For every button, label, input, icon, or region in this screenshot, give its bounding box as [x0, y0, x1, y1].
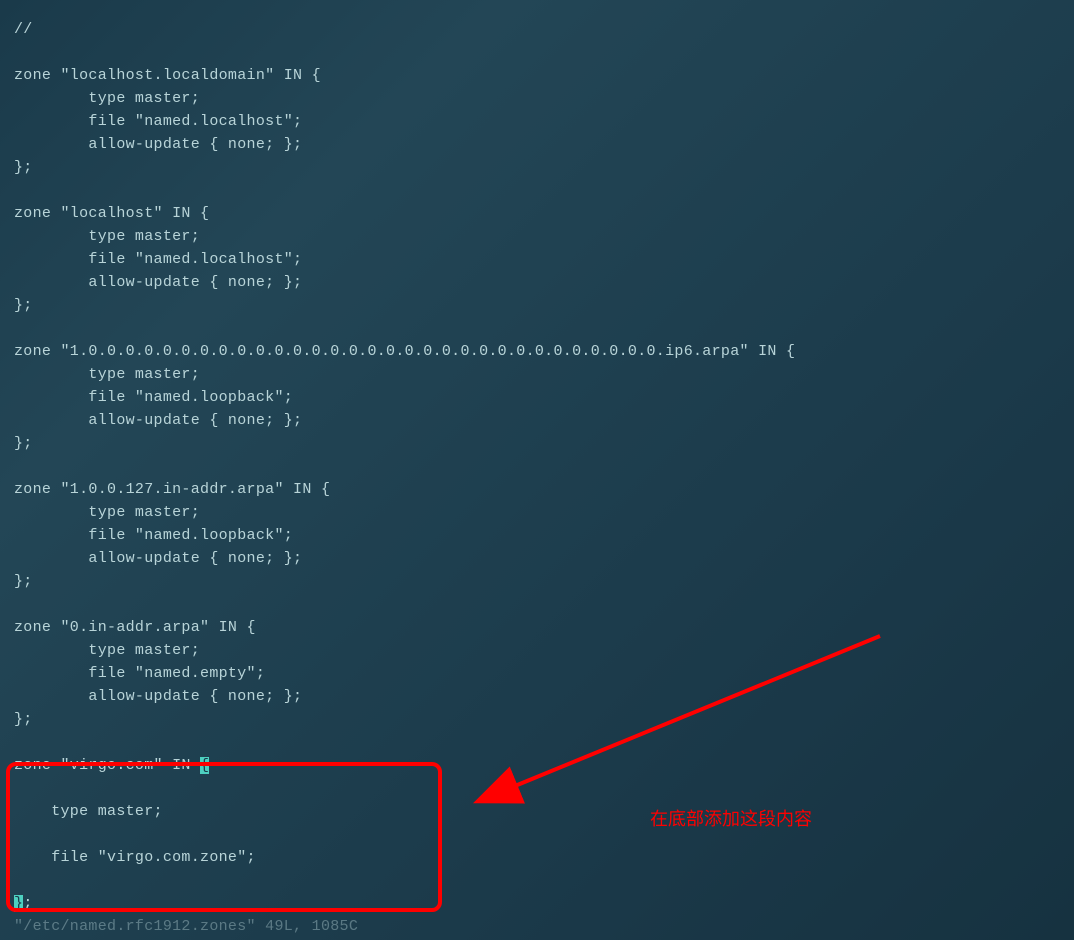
code-line: };	[14, 159, 33, 176]
code-line: allow-update { none; };	[14, 412, 302, 429]
code-line: file "named.localhost";	[14, 251, 302, 268]
code-line: zone "localhost.localdomain" IN {	[14, 67, 321, 84]
code-line: zone "virgo.com" IN	[14, 757, 200, 774]
vim-status-line: "/etc/named.rfc1912.zones" 49L, 1085C	[14, 918, 358, 935]
code-line: };	[14, 297, 33, 314]
code-line: file "virgo.com.zone";	[14, 849, 256, 866]
code-line: allow-update { none; };	[14, 550, 302, 567]
code-line: type master;	[14, 90, 200, 107]
code-line: zone "0.in-addr.arpa" IN {	[14, 619, 256, 636]
code-line: };	[14, 711, 33, 728]
code-line: //	[14, 21, 33, 38]
code-line: type master;	[14, 642, 200, 659]
code-line: file "named.empty";	[14, 665, 265, 682]
code-line: file "named.loopback";	[14, 389, 293, 406]
code-line: zone "1.0.0.0.0.0.0.0.0.0.0.0.0.0.0.0.0.…	[14, 343, 795, 360]
code-line: allow-update { none; };	[14, 688, 302, 705]
code-line: };	[14, 573, 33, 590]
code-line: type master;	[14, 366, 200, 383]
code-line: file "named.loopback";	[14, 527, 293, 544]
code-editor[interactable]: // zone "localhost.localdomain" IN { typ…	[14, 18, 1060, 938]
code-line: zone "localhost" IN {	[14, 205, 209, 222]
cursor-block: {	[200, 757, 209, 774]
code-line: };	[14, 435, 33, 452]
code-line: type master;	[14, 803, 163, 820]
code-line: allow-update { none; };	[14, 136, 302, 153]
code-line: type master;	[14, 504, 200, 521]
code-line: allow-update { none; };	[14, 274, 302, 291]
code-line: file "named.localhost";	[14, 113, 302, 130]
code-line: zone "1.0.0.127.in-addr.arpa" IN {	[14, 481, 330, 498]
annotation-text: 在底部添加这段内容	[650, 805, 812, 831]
code-line: type master;	[14, 228, 200, 245]
cursor-block: }	[14, 895, 23, 912]
code-line: ;	[23, 895, 32, 912]
